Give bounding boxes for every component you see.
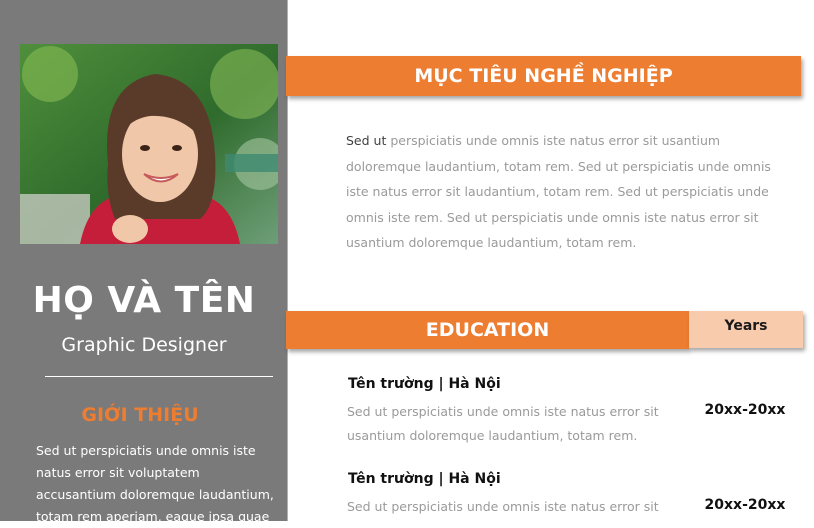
objective-body: perspiciatis unde omnis iste natus error…	[346, 133, 771, 250]
education-school: Tên trường | Hà Nội	[348, 376, 501, 392]
education-desc: Sed ut perspiciatis unde omnis iste natu…	[347, 499, 659, 514]
objective-text: Sed ut perspiciatis unde omnis iste natu…	[346, 128, 792, 256]
education-heading: EDUCATION	[425, 319, 550, 341]
sidebar-divider	[45, 376, 273, 377]
objective-heading-bar: MỤC TIÊU NGHỀ NGHIỆP	[286, 56, 801, 96]
objective-lead: Sed ut	[346, 133, 387, 148]
education-heading-bar: EDUCATION	[286, 311, 689, 349]
years-heading: Years	[724, 318, 768, 334]
profile-photo	[20, 44, 278, 244]
education-desc: Sed ut perspiciatis unde omnis iste natu…	[347, 404, 659, 443]
education-years: 20xx-20xx	[704, 402, 786, 418]
profile-photo-illustration	[20, 44, 278, 244]
years-heading-bar: Years	[689, 311, 803, 348]
sidebar: HỌ VÀ TÊN Graphic Designer GIỚI THIỆU Se…	[0, 0, 288, 524]
intro-heading: GIỚI THIỆU	[81, 404, 199, 426]
education-school: Tên trường | Hà Nội	[348, 471, 501, 487]
profile-job-title: Graphic Designer	[61, 334, 227, 356]
objective-heading: MỤC TIÊU NGHỀ NGHIỆP	[414, 65, 673, 87]
intro-text: Sed ut perspiciatis unde omnis iste natu…	[36, 443, 274, 524]
education-years: 20xx-20xx	[704, 497, 786, 513]
profile-name: HỌ VÀ TÊN	[32, 280, 256, 321]
